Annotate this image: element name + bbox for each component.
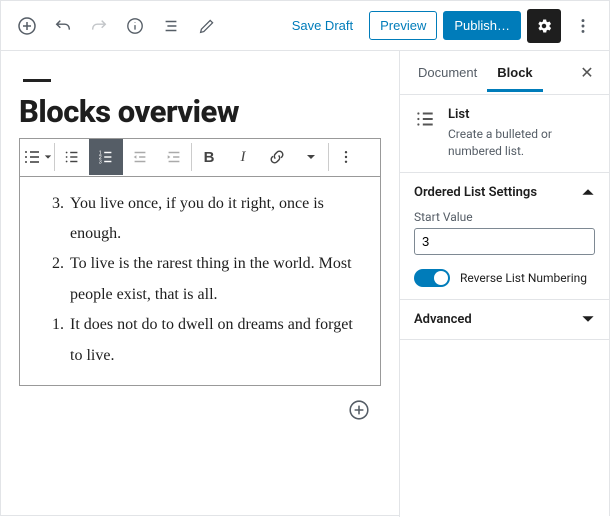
add-block-after-button[interactable] — [343, 394, 375, 426]
list-item[interactable]: 3.You live once, if you do it right, onc… — [36, 189, 364, 250]
more-vertical-icon — [338, 149, 354, 165]
title-accent — [23, 79, 51, 82]
ordered-list: 3.You live once, if you do it right, onc… — [36, 189, 364, 371]
info-icon — [126, 17, 144, 35]
top-toolbar: Save Draft Preview Publish… — [1, 1, 609, 51]
edit-mode-button[interactable] — [191, 10, 223, 42]
close-icon: ✕ — [580, 65, 593, 82]
indent-icon — [165, 148, 183, 166]
list-item[interactable]: 1.It does not do to dwell on dreams and … — [36, 310, 364, 371]
redo-icon — [90, 17, 108, 35]
outline-icon — [162, 17, 180, 35]
more-formatting-button[interactable] — [294, 139, 328, 175]
editor-canvas: Blocks overview 123 — [1, 51, 399, 517]
list-block-icon — [22, 147, 42, 167]
list-icon — [414, 108, 436, 130]
block-card-description: Create a bulleted or numbered list. — [448, 126, 595, 160]
list-block-card-icon — [414, 107, 436, 131]
panel-toggle-advanced[interactable]: Advanced — [414, 312, 595, 327]
reverse-numbering-toggle[interactable] — [414, 269, 450, 287]
chevron-down-icon — [44, 153, 52, 161]
outdent-icon — [131, 148, 149, 166]
block-toolbar: 123 B I — [19, 138, 381, 176]
chevron-down-icon — [581, 312, 595, 326]
more-vertical-icon — [574, 17, 592, 35]
numbered-list-icon: 123 — [97, 148, 115, 166]
sidebar-tabs: Document Block ✕ — [400, 51, 609, 95]
start-value-label: Start Value — [414, 210, 595, 224]
block-card-panel: List Create a bulleted or numbered list. — [400, 95, 609, 173]
save-draft-button[interactable]: Save Draft — [282, 12, 363, 39]
outdent-button[interactable] — [123, 139, 157, 175]
italic-button[interactable]: I — [226, 139, 260, 175]
undo-icon — [54, 17, 72, 35]
link-icon — [269, 149, 285, 165]
bulleted-list-icon — [63, 148, 81, 166]
reverse-numbering-label: Reverse List Numbering — [460, 271, 587, 285]
close-sidebar-button[interactable]: ✕ — [573, 59, 601, 87]
list-item[interactable]: 2.To live is the rarest thing in the wor… — [36, 249, 364, 310]
unordered-list-button[interactable] — [55, 139, 89, 175]
redo-button[interactable] — [83, 10, 115, 42]
svg-text:3: 3 — [99, 159, 102, 165]
settings-sidebar: Document Block ✕ List Create a bulleted … — [399, 51, 609, 517]
bold-icon: B — [204, 149, 215, 166]
more-menu-button[interactable] — [567, 10, 599, 42]
block-card-name: List — [448, 107, 595, 122]
info-button[interactable] — [119, 10, 151, 42]
ordered-list-settings-panel: Ordered List Settings Start Value Revers… — [400, 173, 609, 300]
block-more-button[interactable] — [329, 139, 363, 175]
pencil-icon — [199, 18, 215, 34]
preview-button[interactable]: Preview — [369, 11, 437, 40]
indent-button[interactable] — [157, 139, 191, 175]
start-value-input[interactable] — [414, 228, 595, 255]
settings-button[interactable] — [527, 9, 561, 43]
block-type-list-button[interactable] — [20, 139, 54, 175]
advanced-panel: Advanced — [400, 300, 609, 340]
ordered-list-button[interactable]: 123 — [89, 139, 123, 175]
panel-toggle-ordered[interactable]: Ordered List Settings — [414, 185, 595, 200]
link-button[interactable] — [260, 139, 294, 175]
chevron-down-icon — [306, 152, 316, 162]
plus-circle-icon — [17, 16, 37, 36]
add-block-button[interactable] — [11, 10, 43, 42]
publish-button[interactable]: Publish… — [443, 11, 521, 40]
undo-button[interactable] — [47, 10, 79, 42]
list-block[interactable]: 3.You live once, if you do it right, onc… — [19, 176, 381, 386]
chevron-up-icon — [581, 185, 595, 199]
gear-icon — [535, 17, 553, 35]
bold-button[interactable]: B — [192, 139, 226, 175]
plus-circle-icon — [348, 399, 370, 421]
italic-icon: I — [241, 149, 246, 166]
post-title[interactable]: Blocks overview — [19, 94, 381, 130]
tab-document[interactable]: Document — [408, 53, 487, 92]
outline-button[interactable] — [155, 10, 187, 42]
tab-block[interactable]: Block — [487, 53, 542, 92]
